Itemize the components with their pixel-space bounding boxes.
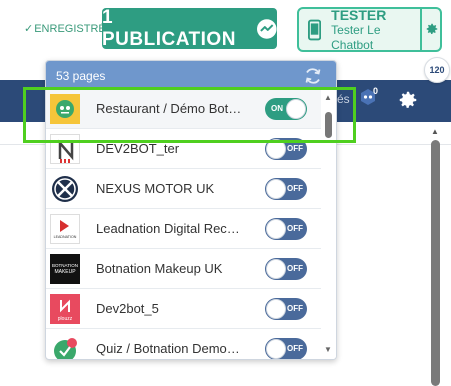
nexus-motor-avatar bbox=[50, 174, 80, 204]
toggle-knob bbox=[266, 259, 286, 279]
dev2bot-ter-avatar bbox=[50, 134, 80, 164]
publish-button[interactable]: 1 PUBLICATION bbox=[102, 6, 277, 50]
settings-gear-icon[interactable] bbox=[397, 89, 419, 111]
page-toggle[interactable]: OFF bbox=[265, 338, 307, 359]
tester-subtitle: Tester Le Chatbot bbox=[331, 22, 381, 52]
page-item-dev2bot-5[interactable]: plouzz Dev2bot_5 OFF bbox=[46, 289, 321, 329]
toggle-label: ON bbox=[271, 104, 283, 113]
tester-panel: TESTER Tester Le Chatbot bbox=[297, 7, 442, 52]
plouzz-logo-text: plouzz bbox=[58, 316, 73, 322]
toggle-label: OFF bbox=[287, 184, 303, 193]
toggle-label: OFF bbox=[287, 144, 303, 153]
counter-badge: 120 bbox=[424, 57, 450, 83]
page-name: Restaurant / Démo Bot… bbox=[96, 101, 242, 116]
quiz-avatar bbox=[50, 334, 80, 359]
page-scrollbar-thumb[interactable] bbox=[431, 140, 440, 386]
scroll-down-arrow-icon[interactable]: ▼ bbox=[324, 345, 332, 354]
dropdown-scrollbar[interactable]: ▲ ▼ bbox=[321, 89, 336, 359]
scroll-thumb[interactable] bbox=[325, 112, 332, 138]
saved-status: ✓ENREGISTRÉ bbox=[24, 22, 106, 35]
toggle-knob bbox=[266, 299, 286, 319]
page-toggle[interactable]: OFF bbox=[265, 258, 307, 280]
page-name: Dev2bot_5 bbox=[96, 301, 159, 316]
leadnation-avatar: LEADNATION bbox=[50, 214, 80, 244]
publish-label: 1 PUBLICATION bbox=[102, 6, 236, 50]
dropdown-header: 53 pages bbox=[46, 61, 336, 89]
toggle-label: OFF bbox=[287, 264, 303, 273]
refresh-icon[interactable] bbox=[303, 67, 323, 85]
tester-settings-gear-icon[interactable] bbox=[425, 22, 439, 36]
page-toggle[interactable]: ON bbox=[265, 98, 307, 120]
messenger-icon bbox=[257, 18, 277, 39]
pages-dropdown: 53 pages Restaurant / Démo Bot… ON DEV2B… bbox=[45, 60, 337, 360]
page-scroll-up-arrow[interactable]: ▲ bbox=[431, 127, 439, 136]
page-name: Quiz / Botnation Demo… bbox=[96, 341, 240, 356]
tester-title: TESTER bbox=[331, 7, 387, 23]
page-item-restaurant[interactable]: Restaurant / Démo Bot… ON bbox=[46, 89, 321, 129]
robot-bubble-icon bbox=[50, 94, 80, 124]
navbar-partial-label: és bbox=[337, 92, 350, 106]
toggle-knob bbox=[266, 139, 286, 159]
page-item-nexus-motor[interactable]: NEXUS MOTOR UK OFF bbox=[46, 169, 321, 209]
page-toggle[interactable]: OFF bbox=[265, 298, 307, 320]
page-name: NEXUS MOTOR UK bbox=[96, 181, 215, 196]
plouzz-logo-icon: plouzz bbox=[50, 294, 80, 324]
makeup-logo-text-2: MAKEUP bbox=[54, 269, 76, 275]
test-chatbot-button[interactable]: TESTER Tester Le Chatbot bbox=[299, 9, 420, 50]
check-icon: ✓ bbox=[24, 23, 34, 35]
page-name: Botnation Makeup UK bbox=[96, 261, 223, 276]
page-item-quiz[interactable]: Quiz / Botnation Demo… OFF bbox=[46, 329, 321, 359]
scroll-up-arrow-icon[interactable]: ▲ bbox=[324, 93, 332, 102]
saved-label: ENREGISTRÉ bbox=[34, 23, 106, 35]
page-name: Leadnation Digital Rec… bbox=[96, 221, 240, 236]
quiz-logo-icon bbox=[54, 338, 77, 359]
makeup-logo-icon: BOTNATION MAKEUP bbox=[50, 254, 80, 284]
toggle-label: OFF bbox=[287, 304, 303, 313]
pages-list: Restaurant / Démo Bot… ON DEV2BOT_ter OF… bbox=[46, 89, 321, 359]
page-item-leadnation[interactable]: LEADNATION Leadnation Digital Rec… OFF bbox=[46, 209, 321, 249]
leadnation-logo-icon: LEADNATION bbox=[54, 220, 77, 239]
toggle-knob bbox=[266, 339, 286, 359]
page-toggle[interactable]: OFF bbox=[265, 178, 307, 200]
robot-count-badge: 0 bbox=[373, 86, 379, 96]
page-item-botnation-makeup[interactable]: BOTNATION MAKEUP Botnation Makeup UK OFF bbox=[46, 249, 321, 289]
restaurant-avatar bbox=[50, 94, 80, 124]
toggle-label: OFF bbox=[287, 344, 303, 353]
toggle-knob bbox=[266, 219, 286, 239]
toggle-knob bbox=[266, 179, 286, 199]
makeup-logo-text-1: BOTNATION bbox=[52, 263, 78, 268]
toggle-label: OFF bbox=[287, 224, 303, 233]
page-toggle[interactable]: OFF bbox=[265, 138, 307, 160]
page-item-dev2bot-ter[interactable]: DEV2BOT_ter OFF bbox=[46, 129, 321, 169]
pages-count: 53 pages bbox=[56, 69, 106, 83]
dev2bot-5-avatar: plouzz bbox=[50, 294, 80, 324]
page-toggle[interactable]: OFF bbox=[265, 218, 307, 240]
phone-icon bbox=[308, 19, 322, 40]
makeup-avatar: BOTNATION MAKEUP bbox=[50, 254, 80, 284]
nexus-logo-icon bbox=[52, 176, 78, 202]
leadnation-logo-text: LEADNATION bbox=[54, 235, 77, 239]
dev2bot-logo-icon bbox=[58, 139, 74, 163]
toggle-knob bbox=[286, 99, 306, 119]
page-name: DEV2BOT_ter bbox=[96, 141, 180, 156]
tester-divider bbox=[420, 9, 422, 50]
